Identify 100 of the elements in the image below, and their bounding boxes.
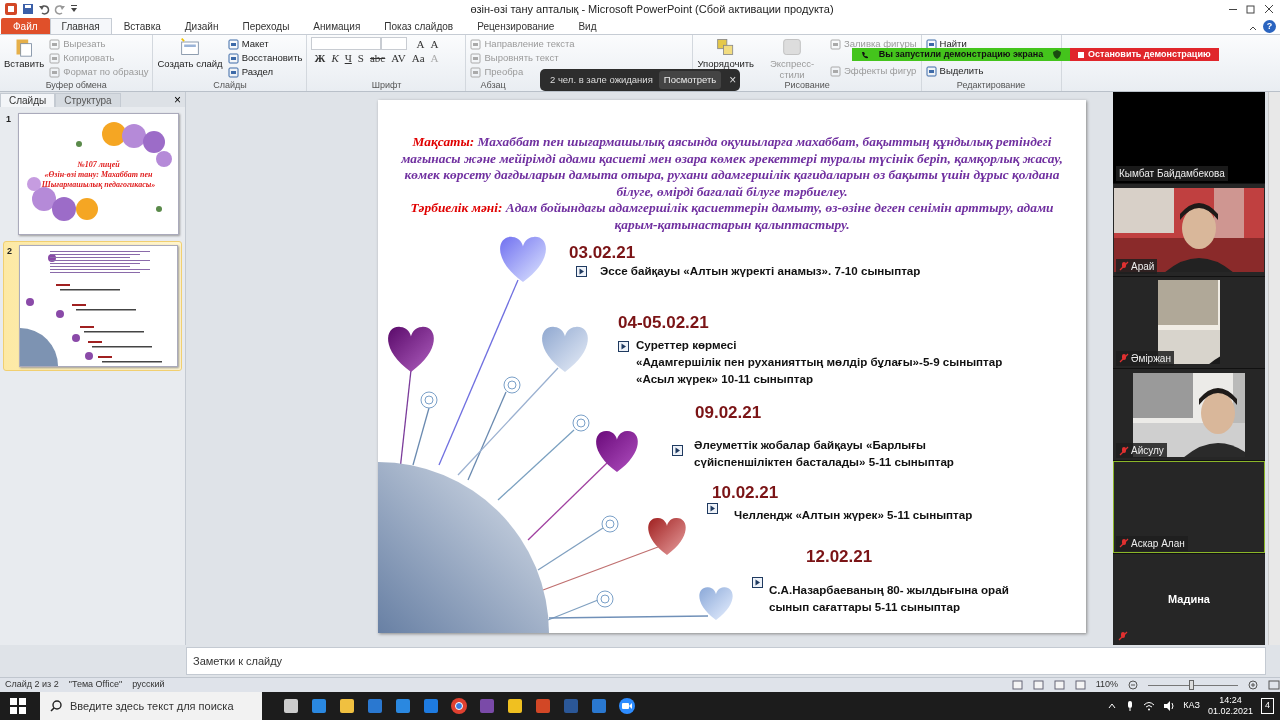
font-size-field[interactable] xyxy=(381,37,408,50)
phone-icon xyxy=(860,50,869,59)
chevron-up-icon[interactable] xyxy=(1107,701,1118,711)
save-icon[interactable] xyxy=(22,3,34,15)
undo-icon[interactable] xyxy=(38,3,50,15)
window-title: өзін-өзі тану апталық - Microsoft PowerPoint (Сбой активации продукта) xyxy=(469,1,835,17)
close-button[interactable]: × xyxy=(170,94,185,107)
redo-icon[interactable] xyxy=(54,3,66,15)
ribbon-tab[interactable]: Вставка xyxy=(111,18,173,34)
banner-text: Вы запустили демонстрацию экрана xyxy=(878,48,1044,61)
sorter-view-icon[interactable] xyxy=(1032,680,1044,690)
customize-icon[interactable] xyxy=(70,4,78,14)
event-date: 04-05.02.21 xyxy=(618,312,709,334)
format-button[interactable]: S xyxy=(354,51,367,65)
keyboard-language[interactable]: КАЗ xyxy=(1183,699,1200,713)
ribbon-tab[interactable]: Анимация xyxy=(301,18,373,34)
ribbon-button[interactable]: Найти xyxy=(925,37,984,51)
format-button[interactable]: Aa xyxy=(408,51,428,65)
ring-icon xyxy=(503,376,521,394)
thumbnail-row[interactable]: 2 xyxy=(3,241,182,371)
app-icon[interactable] xyxy=(478,697,496,715)
format-button[interactable]: Ж xyxy=(311,51,329,65)
thumbnail-title: №107 лицей xyxy=(76,160,121,170)
format-button[interactable]: К xyxy=(328,51,342,65)
ribbon-button[interactable]: Выделить xyxy=(925,64,984,78)
search-field[interactable]: Введите здесь текст для поиска xyxy=(40,692,262,720)
event-text: «Адамгершілік пен руханияттың мөлдір бұлағы»-5-9 сыныптар xyxy=(636,354,1004,370)
volume-icon[interactable] xyxy=(1163,701,1176,711)
stop-share-button[interactable]: Остановить демонстрацию xyxy=(1070,48,1219,61)
ribbon-tab[interactable]: Переходы xyxy=(230,18,302,34)
play-bullet-icon xyxy=(618,341,629,352)
notes-field[interactable]: Заметки к слайду xyxy=(186,647,1266,675)
heart-icon xyxy=(699,587,733,620)
value-paragraph: Тәрбиелік мәні: Адам бойындағы адамгершілік қасиеттерін дамыту, өз-өзіне деген сенімін арттыру, адами қарым-қатынастарын қалыптастыру. xyxy=(409,200,1055,233)
play-bullet-icon xyxy=(707,503,718,514)
app-icon[interactable] xyxy=(422,697,440,715)
notifications-badge[interactable]: 4 xyxy=(1261,698,1274,714)
close-button[interactable]: × xyxy=(727,74,739,86)
ribbon-button[interactable]: Создать слайд xyxy=(157,37,223,80)
ribbon-button[interactable]: Вставить xyxy=(4,37,45,80)
normal-view-icon[interactable] xyxy=(1011,680,1023,690)
chrome-icon[interactable] xyxy=(450,697,468,715)
play-bullet-icon xyxy=(576,266,587,277)
format-button[interactable]: A xyxy=(427,37,442,51)
ring-icon xyxy=(572,414,590,432)
zoom-in-icon[interactable] xyxy=(1248,680,1258,690)
scrollbar[interactable] xyxy=(1268,92,1280,645)
slide-number: 2 xyxy=(7,245,13,258)
ribbon-tab[interactable]: Показ слайдов xyxy=(372,18,466,34)
ribbon-button[interactable]: Макет xyxy=(227,37,303,51)
close-icon[interactable] xyxy=(1262,3,1276,15)
fit-slide-icon[interactable] xyxy=(1268,680,1280,690)
ribbon-tab[interactable]: Рецензирование xyxy=(465,18,567,34)
format-button[interactable]: abc xyxy=(366,51,389,65)
panel-tab[interactable]: Слайды xyxy=(0,93,56,107)
format-button[interactable]: Ч xyxy=(341,51,355,65)
language-indicator[interactable]: русский xyxy=(132,678,165,692)
clock-time[interactable]: 14:24 xyxy=(1207,695,1253,706)
format-button[interactable]: A xyxy=(413,37,428,51)
ribbon-button[interactable]: Раздел xyxy=(227,65,303,79)
theme-name[interactable]: "Тема Office" xyxy=(68,678,123,692)
participant-name: Аскар Алан xyxy=(1131,536,1185,551)
participant-name: Кымбат Байдамбекова xyxy=(1119,167,1225,182)
group-label: Шрифт xyxy=(371,80,402,91)
format-button[interactable]: AV xyxy=(388,51,409,65)
zoom-level[interactable]: 110% xyxy=(1095,678,1118,692)
toast-text: 2 чел. в зале ожидания xyxy=(550,72,653,87)
ring-icon xyxy=(420,391,438,409)
help-button[interactable]: ? xyxy=(1263,20,1276,33)
restore-icon[interactable] xyxy=(1244,3,1258,15)
ribbon-tab[interactable]: Вид xyxy=(566,18,609,34)
wifi-icon[interactable] xyxy=(1143,701,1156,711)
participant-name: Мадина xyxy=(1168,592,1210,608)
event-date: 03.02.21 xyxy=(569,242,636,264)
panel-tab[interactable]: Структура xyxy=(55,93,121,107)
event-date: 12.02.21 xyxy=(806,546,873,568)
ribbon-tab[interactable]: Главная xyxy=(49,18,112,34)
group-label: Редактирование xyxy=(956,80,1026,91)
goal-paragraph: Мақсаты: Махаббат пен шығармашылық аясында оқушыларға махаббат, бақыттың құндылық ретіндегі мағынасы және мейірімді адами қасиеті мен өзара көмек әрекеттері туралы түсінік беріп, қамқорлық жасау, көмек көрсету дағдыларын дамыта отыра, рухани адамгершілік қағидаларын өз бақыты үшін дұрыс қолдана білуге, өмірді бағалай білуге тәрбиелеу. xyxy=(400,134,1064,200)
heart-icon xyxy=(648,518,686,555)
event-text: «Асыл жүрек» 10-11 сыныптар xyxy=(636,371,814,387)
view-button[interactable]: Посмотреть xyxy=(658,70,722,90)
video-call-icon[interactable] xyxy=(618,697,636,715)
ribbon-tab[interactable]: Дизайн xyxy=(172,18,231,34)
ribbon-tab[interactable]: Файл xyxy=(1,18,50,34)
zoom-out-icon[interactable] xyxy=(1128,680,1138,690)
app-icon[interactable] xyxy=(4,2,18,16)
heart-icon xyxy=(596,431,638,472)
ribbon-button[interactable]: Восстановить xyxy=(227,51,303,65)
heart-icon xyxy=(500,236,546,282)
slideshow-icon[interactable] xyxy=(1074,680,1086,690)
ring-icon xyxy=(596,590,614,608)
start-icon[interactable] xyxy=(10,698,26,714)
new-slide-icon xyxy=(179,37,202,57)
thumbnail-title: «Өзін-өзі тану: Махаббат пен xyxy=(43,170,154,180)
reading-view-icon[interactable] xyxy=(1053,680,1065,690)
font-name-field[interactable] xyxy=(311,37,382,50)
clock-date[interactable]: 01.02.2021 xyxy=(1207,706,1253,717)
slide-number: 1 xyxy=(6,113,12,126)
zoom-slider-thumb[interactable] xyxy=(1188,679,1194,690)
